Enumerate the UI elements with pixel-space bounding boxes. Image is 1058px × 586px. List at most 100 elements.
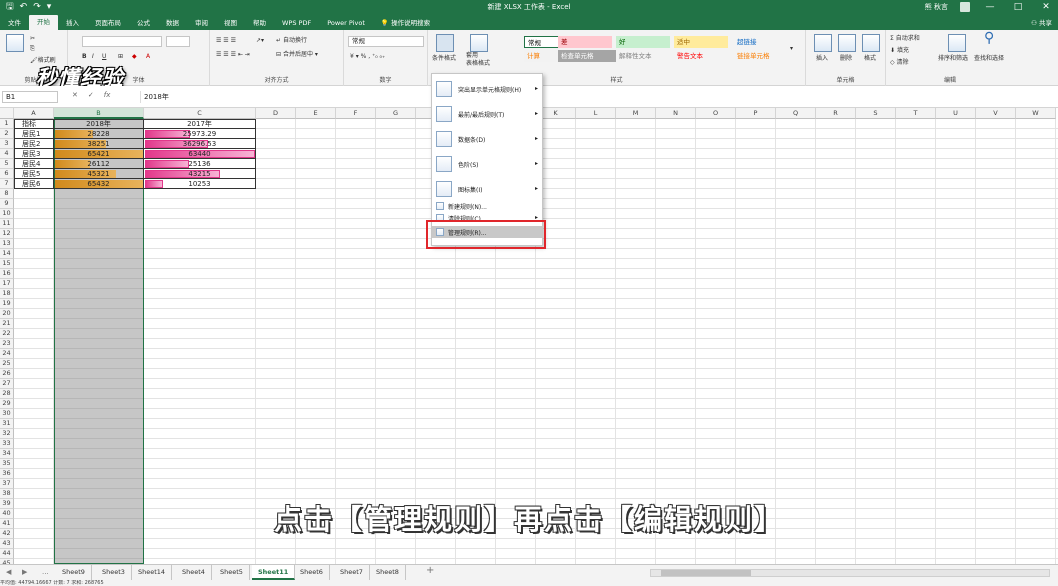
format-as-table-button[interactable]: 套用 表格格式 xyxy=(466,52,490,68)
save-icon[interactable]: 🖫 xyxy=(6,1,14,13)
column-header-e[interactable]: E xyxy=(296,108,336,119)
cell-style-3[interactable]: 适中 xyxy=(674,36,728,48)
sheet-tab-sheet6[interactable]: Sheet6 xyxy=(294,565,330,580)
cell-style-4[interactable]: 超链接 xyxy=(734,36,788,48)
column-header-t[interactable]: T xyxy=(896,108,936,119)
cf-menu-item-1[interactable]: 最前/最后规则(T) ▸ xyxy=(432,103,542,125)
align-left-icon[interactable]: ☰ ☰ ☰ ⇤ ⇥ xyxy=(216,50,250,59)
insert-cells-button[interactable]: 插入 xyxy=(816,54,828,63)
row-header[interactable]: 32 xyxy=(0,429,14,439)
row-header[interactable]: 43 xyxy=(0,539,14,549)
tab-file[interactable]: 文件 xyxy=(0,16,29,30)
row-header[interactable]: 2 xyxy=(0,129,14,139)
tab-help[interactable]: 帮助 xyxy=(245,16,274,30)
share-button[interactable]: ⚇ 共享 xyxy=(1031,16,1058,30)
row-header[interactable]: 27 xyxy=(0,379,14,389)
row-header[interactable]: 3 xyxy=(0,139,14,149)
cell-b3[interactable]: 38251 xyxy=(54,139,144,149)
row-header[interactable]: 28 xyxy=(0,389,14,399)
row-header[interactable]: 4 xyxy=(0,149,14,159)
row-header[interactable]: 30 xyxy=(0,409,14,419)
cell-a3[interactable]: 居民2 xyxy=(14,139,54,149)
row-header[interactable]: 44 xyxy=(0,549,14,559)
cf-menu-item-5[interactable]: 新建规则(N)... xyxy=(432,200,542,212)
cell-style-9[interactable]: 链接单元格 xyxy=(734,50,788,62)
cell-b5[interactable]: 26112 xyxy=(54,159,144,169)
sheet-tab-sheet7[interactable]: Sheet7 xyxy=(334,565,370,580)
column-header-d[interactable]: D xyxy=(256,108,296,119)
column-header-p[interactable]: P xyxy=(736,108,776,119)
row-header[interactable]: 16 xyxy=(0,269,14,279)
cell-a2[interactable]: 居民1 xyxy=(14,129,54,139)
cf-menu-item-0[interactable]: 突出显示单元格规则(H) ▸ xyxy=(432,78,542,100)
row-header[interactable]: 25 xyxy=(0,359,14,369)
cut-icon[interactable]: ✂ xyxy=(30,34,35,43)
column-header-o[interactable]: O xyxy=(696,108,736,119)
sheet-tab-sheet8[interactable]: Sheet8 xyxy=(370,565,406,580)
row-header[interactable]: 7 xyxy=(0,179,14,189)
sheet-tab-sheet9[interactable]: Sheet9 xyxy=(56,565,92,580)
currency-icon[interactable]: ¥ ▾ % , ⁺₀ ₀₊ xyxy=(350,52,385,61)
format-cells-icon[interactable] xyxy=(862,34,880,52)
tab-home[interactable]: 开始 xyxy=(29,15,58,30)
cell-style-2[interactable]: 好 xyxy=(616,36,670,48)
fill-color-icon[interactable]: ◆ xyxy=(132,52,137,61)
sort-filter-icon[interactable] xyxy=(948,34,966,52)
column-header-b[interactable]: B xyxy=(54,108,144,119)
tab-page-layout[interactable]: 页面布局 xyxy=(87,16,129,30)
column-header-f[interactable]: F xyxy=(336,108,376,119)
row-header[interactable]: 9 xyxy=(0,199,14,209)
customize-icon[interactable]: ▾ xyxy=(47,1,52,13)
fill-button[interactable]: ⬇ 填充 xyxy=(890,46,909,55)
row-header[interactable]: 13 xyxy=(0,239,14,249)
maximize-button[interactable]: □ xyxy=(1010,2,1026,12)
row-header[interactable]: 26 xyxy=(0,369,14,379)
row-header[interactable]: 19 xyxy=(0,299,14,309)
row-header[interactable]: 17 xyxy=(0,279,14,289)
row-header[interactable]: 21 xyxy=(0,319,14,329)
border-icon[interactable]: ⊞ xyxy=(118,52,123,61)
conditional-format-button[interactable]: 条件格式 xyxy=(432,54,456,63)
cell-a5[interactable]: 居民4 xyxy=(14,159,54,169)
underline-button[interactable]: U xyxy=(102,52,106,61)
cell-c7[interactable]: 10253 xyxy=(144,179,256,189)
column-header-v[interactable]: V xyxy=(976,108,1016,119)
cell-c6[interactable]: 43215 xyxy=(144,169,256,179)
autosum-button[interactable]: Σ 自动求和 xyxy=(890,34,920,43)
row-header[interactable]: 5 xyxy=(0,159,14,169)
minimize-button[interactable]: — xyxy=(982,2,998,12)
cell-b1[interactable]: 2018年 xyxy=(54,119,144,129)
number-format-select[interactable]: 常规 xyxy=(348,36,424,47)
cancel-formula-icon[interactable]: ✕ xyxy=(72,91,78,99)
formula-input[interactable]: 2018年 xyxy=(140,91,1054,103)
cell-style-1[interactable]: 差 xyxy=(558,36,612,48)
paste-icon[interactable] xyxy=(6,34,24,52)
orientation-icon[interactable]: ↗▾ xyxy=(256,36,264,45)
cell-a4[interactable]: 居民3 xyxy=(14,149,54,159)
row-header[interactable]: 20 xyxy=(0,309,14,319)
cell-b2[interactable]: 28228 xyxy=(54,129,144,139)
column-header-a[interactable]: A xyxy=(14,108,54,119)
row-header[interactable]: 15 xyxy=(0,259,14,269)
cell-a6[interactable]: 居民5 xyxy=(14,169,54,179)
column-header-u[interactable]: U xyxy=(936,108,976,119)
cell-style-8[interactable]: 警告文本 xyxy=(674,50,728,62)
font-size-select[interactable] xyxy=(166,36,190,47)
row-header[interactable]: 23 xyxy=(0,339,14,349)
undo-icon[interactable]: ↶ xyxy=(20,1,28,13)
cell-a1[interactable]: 指标 xyxy=(14,119,54,129)
tab-view[interactable]: 视图 xyxy=(216,16,245,30)
sheet-tab-sheet14[interactable]: Sheet14 xyxy=(132,565,173,580)
more-sheets-button[interactable]: ... xyxy=(42,568,49,576)
tab-insert[interactable]: 插入 xyxy=(58,16,87,30)
column-header-c[interactable]: C xyxy=(144,108,256,119)
sheet-tab-sheet5[interactable]: Sheet5 xyxy=(214,565,250,580)
clear-button[interactable]: ◇ 清除 xyxy=(890,58,909,67)
redo-icon[interactable]: ↷ xyxy=(33,1,41,13)
add-sheet-button[interactable]: + xyxy=(426,565,434,576)
close-button[interactable]: ✕ xyxy=(1038,2,1054,12)
row-header[interactable]: 31 xyxy=(0,419,14,429)
sheet-tab-sheet11[interactable]: Sheet11 xyxy=(252,565,296,580)
row-header[interactable]: 36 xyxy=(0,469,14,479)
row-header[interactable]: 18 xyxy=(0,289,14,299)
